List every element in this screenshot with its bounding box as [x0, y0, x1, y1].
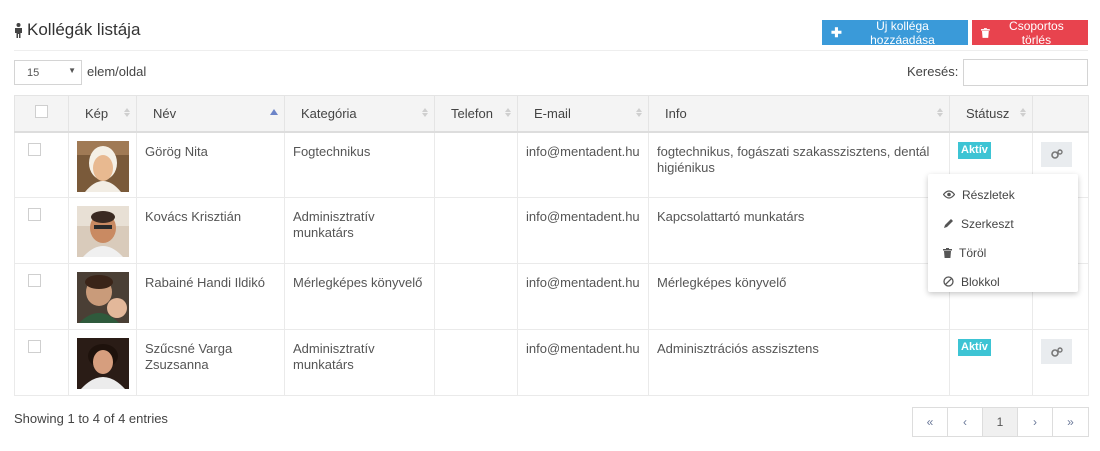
- sort-icon: [124, 108, 130, 117]
- menu-item-details[interactable]: Részletek: [928, 180, 1078, 209]
- avatar: [77, 206, 129, 257]
- status-badge: Aktív: [958, 339, 991, 356]
- plus-icon: ✚: [831, 24, 842, 40]
- column-header-photo[interactable]: Kép: [68, 95, 137, 133]
- cell-info: fogtechnikus, fogászati szakasszisztens,…: [648, 131, 950, 198]
- row-checkbox[interactable]: [28, 208, 41, 221]
- cell-email: info@mentadent.hu: [517, 329, 649, 396]
- cell-email: info@mentadent.hu: [517, 263, 649, 330]
- sort-icon: [937, 108, 943, 117]
- cell-info: Adminisztrációs asszisztens: [648, 329, 950, 396]
- avatar: [77, 272, 129, 323]
- cell-email: info@mentadent.hu: [517, 131, 649, 198]
- cell-category: Fogtechnikus: [284, 131, 435, 198]
- column-header-category[interactable]: Kategória: [284, 95, 435, 133]
- pager-first[interactable]: «: [913, 408, 948, 436]
- row-actions-menu: Részletek Szerkeszt Töröl Blokkol: [928, 174, 1078, 292]
- actions-button[interactable]: [1041, 339, 1072, 364]
- gears-icon: [1050, 149, 1063, 159]
- cell-name: Szűcsné Varga Zsuzsanna: [136, 329, 285, 396]
- cell-email: info@mentadent.hu: [517, 197, 649, 264]
- per-page-label: elem/oldal: [87, 64, 147, 79]
- sort-ascending-icon: [270, 109, 278, 115]
- cell-phone: [434, 197, 518, 264]
- cell-name: Kovács Krisztián: [136, 197, 285, 264]
- cell-info: Kapcsolattartó munkatárs: [648, 197, 950, 264]
- caret-down-icon: ▼: [68, 66, 76, 75]
- cell-name: Görög Nita: [136, 131, 285, 198]
- cell-category: Adminisztratív munkatárs: [284, 329, 435, 396]
- header-divider: [14, 50, 1088, 51]
- sort-icon: [1020, 108, 1026, 117]
- column-header-email[interactable]: E-mail: [517, 95, 649, 133]
- sort-icon: [422, 108, 428, 117]
- status-badge: Aktív: [958, 141, 991, 159]
- page-title: Kollégák listája: [14, 20, 140, 40]
- page-header: Kollégák listája ✚ Új kolléga hozzáadása…: [0, 0, 1100, 52]
- cell-category: Adminisztratív munkatárs: [284, 197, 435, 264]
- select-all-header: [14, 95, 69, 133]
- row-checkbox[interactable]: [28, 142, 41, 156]
- pager-next[interactable]: ›: [1018, 408, 1053, 436]
- select-all-checkbox[interactable]: [35, 105, 48, 119]
- cell-phone: [434, 329, 518, 396]
- trash-icon: [943, 247, 952, 258]
- eye-icon: [943, 190, 955, 199]
- row-checkbox[interactable]: [28, 274, 41, 287]
- cell-name: Rabainé Handi Ildikó: [136, 263, 285, 330]
- pager-prev[interactable]: ‹: [948, 408, 983, 436]
- entries-info: Showing 1 to 4 of 4 entries: [14, 411, 168, 426]
- sort-icon: [636, 108, 642, 117]
- cell-info: Mérlegképes könyvelő: [648, 263, 950, 330]
- avatar: [77, 140, 129, 192]
- cell-phone: [434, 131, 518, 198]
- gears-icon: [1050, 346, 1063, 357]
- trash-icon: [981, 27, 990, 38]
- page-title-text: Kollégák listája: [27, 20, 141, 39]
- add-colleague-button[interactable]: ✚ Új kolléga hozzáadása: [822, 19, 968, 47]
- pencil-icon: [944, 219, 953, 228]
- table-row: Szűcsné Varga Zsuzsanna Adminisztratív m…: [14, 329, 1089, 396]
- avatar: [77, 338, 129, 389]
- ban-icon: [943, 276, 954, 287]
- column-header-info[interactable]: Info: [648, 95, 950, 133]
- row-checkbox[interactable]: [28, 340, 41, 353]
- bulk-delete-button[interactable]: Csoportos törlés: [972, 19, 1088, 47]
- page-size-select[interactable]: 15 ▼: [14, 60, 82, 85]
- person-icon: [15, 22, 22, 38]
- pager-last[interactable]: »: [1053, 408, 1088, 436]
- search-input[interactable]: [963, 59, 1088, 86]
- column-header-status[interactable]: Státusz: [949, 95, 1033, 133]
- menu-item-delete[interactable]: Töröl: [928, 238, 1078, 267]
- column-header-actions: [1032, 95, 1089, 133]
- table-header-row: Kép Név Kategória Telefon E-mail Info St…: [14, 95, 1089, 133]
- cell-phone: [434, 263, 518, 330]
- menu-item-edit[interactable]: Szerkeszt: [928, 209, 1078, 238]
- actions-button[interactable]: [1041, 141, 1072, 167]
- search-label: Keresés:: [907, 64, 959, 79]
- pager-page-1[interactable]: 1: [983, 408, 1018, 436]
- menu-item-block[interactable]: Blokkol: [928, 267, 1078, 296]
- column-header-name[interactable]: Név: [136, 95, 285, 133]
- sort-icon: [505, 108, 511, 117]
- pagination: « ‹ 1 › »: [912, 407, 1089, 437]
- cell-category: Mérlegképes könyvelő: [284, 263, 435, 330]
- column-header-phone[interactable]: Telefon: [434, 95, 518, 133]
